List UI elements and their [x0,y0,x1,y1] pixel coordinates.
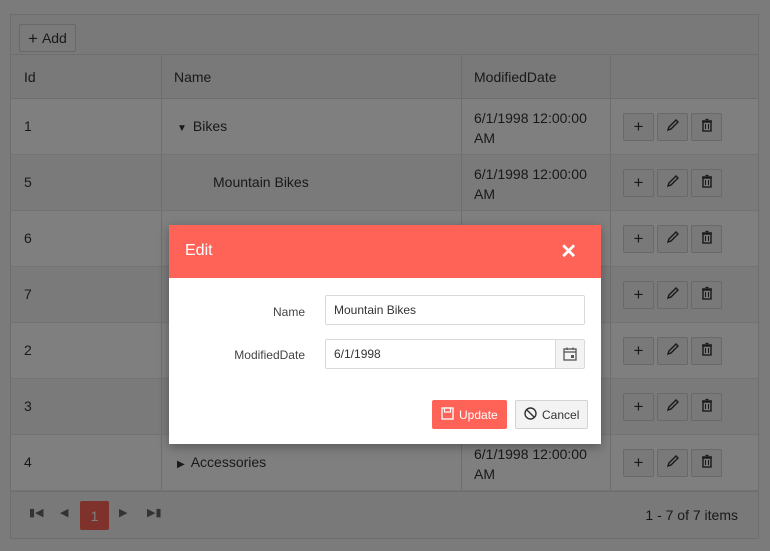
update-button[interactable]: Update [432,400,507,429]
update-button-label: Update [459,407,498,422]
name-input-value: Mountain Bikes [334,303,417,317]
cancel-icon [524,406,537,423]
close-icon[interactable]: ✕ [560,239,577,264]
modifieddate-input[interactable]: 6/1/1998 [325,339,585,369]
cancel-button[interactable]: Cancel [515,400,589,429]
cancel-button-label: Cancel [542,407,580,422]
dialog-titlebar: Edit ✕ [169,225,601,278]
name-input[interactable]: Mountain Bikes [325,295,585,325]
calendar-icon[interactable] [555,340,584,368]
modifieddate-label: ModifiedDate [234,348,305,362]
save-icon [441,406,454,423]
dialog-title: Edit [185,242,213,259]
name-label: Name [272,305,305,319]
modifieddate-input-value: 6/1/1998 [334,347,381,361]
edit-dialog: Edit ✕ Name Mountain Bikes ModifiedDate … [169,225,601,444]
